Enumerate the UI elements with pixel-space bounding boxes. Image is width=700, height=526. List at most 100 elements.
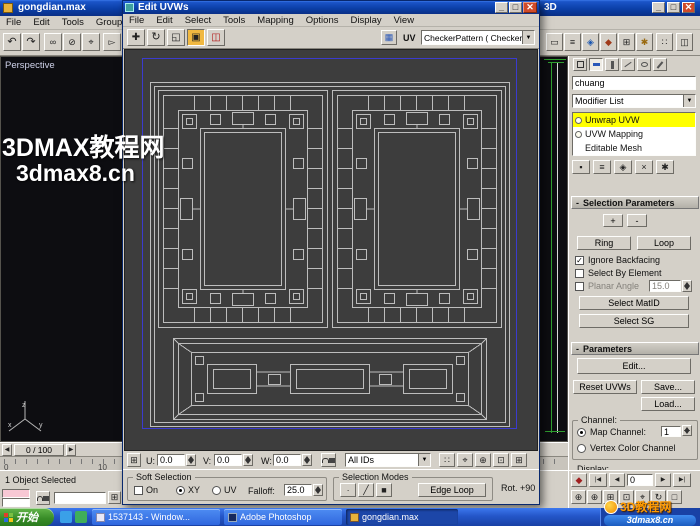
falloff-spinner[interactable] <box>313 484 323 496</box>
soft-selection-on-row[interactable]: On <box>134 485 158 495</box>
bind-to-spacewarp-icon[interactable]: ⌖ <box>82 33 100 51</box>
soft-selection-on-checkbox[interactable] <box>134 485 143 495</box>
lock-icon[interactable] <box>321 453 336 467</box>
ring-button[interactable]: Ring <box>577 236 631 250</box>
falloff-field[interactable]: 25.0 <box>284 484 312 496</box>
quick-render-icon[interactable]: ✱ <box>636 33 653 51</box>
uv-menu-edit[interactable]: Edit <box>150 15 178 26</box>
rollout-parameters[interactable]: - Parameters <box>571 342 699 355</box>
rollout-selection-parameters[interactable]: - Selection Parameters <box>571 196 699 209</box>
pan-icon[interactable]: ⌖ <box>457 453 473 467</box>
tab-motion-icon[interactable] <box>621 58 635 71</box>
main-menu-tools[interactable]: Tools <box>56 17 90 28</box>
taskbar-item-gongdian[interactable]: gongdian.max <box>346 509 458 525</box>
stack-row-unwrap-uvw[interactable]: Unwrap UVW <box>573 113 695 127</box>
snap-toggle-icon[interactable]: ∷ <box>656 33 673 51</box>
tab-hierarchy-icon[interactable] <box>605 58 619 71</box>
dialog-maximize-button[interactable]: □ <box>509 2 522 13</box>
configure-modifier-sets-icon[interactable]: ✱ <box>656 160 674 174</box>
uv-menu-options[interactable]: Options <box>300 15 345 26</box>
map-channel-field[interactable]: 1 <box>661 426 681 437</box>
grow-selection-button[interactable]: + <box>603 214 623 227</box>
tab-utilities-icon[interactable] <box>653 58 667 71</box>
w-field[interactable]: 0.0 <box>273 454 301 466</box>
pin-stack-icon[interactable]: ▪ <box>572 160 590 174</box>
select-by-name-icon[interactable]: ≡ <box>564 33 581 51</box>
uv-canvas[interactable] <box>124 49 538 451</box>
select-by-element-checkbox[interactable] <box>575 268 584 278</box>
dialog-close-button[interactable]: ✕ <box>523 2 537 13</box>
ignore-backfacing-row[interactable]: ✓ Ignore Backfacing <box>575 255 660 265</box>
rotate-tool-icon[interactable]: ↻ <box>147 29 165 46</box>
v-field[interactable]: 0.0 <box>214 454 242 466</box>
map-channel-radio[interactable] <box>577 427 586 437</box>
shrink-selection-button[interactable]: - <box>627 214 647 227</box>
scale-tool-icon[interactable]: ◱ <box>167 29 185 46</box>
object-name-field[interactable]: chuang <box>572 76 696 90</box>
zoom-icon[interactable]: ⊕ <box>475 453 491 467</box>
texture-dropdown[interactable]: CheckerPattern ( Checker ) ▼ <box>421 30 535 45</box>
uv-menu-file[interactable]: File <box>123 15 150 26</box>
uv-menu-view[interactable]: View <box>388 15 420 26</box>
zoom-all-icon[interactable]: ⊕ <box>587 490 602 504</box>
select-region-icon[interactable]: ▭ <box>546 33 563 51</box>
absolute-mode-icon[interactable]: ⊞ <box>127 453 141 467</box>
planar-angle-checkbox[interactable] <box>575 281 584 291</box>
quick-launch-icon[interactable] <box>75 511 87 523</box>
tab-create-icon[interactable] <box>573 58 587 71</box>
snap-icon[interactable]: ∷ <box>439 453 455 467</box>
save-uvws-button[interactable]: Save... <box>641 380 695 394</box>
set-key-icon[interactable]: ◆ <box>571 473 587 487</box>
select-matid-button[interactable]: Select MatID <box>579 296 689 310</box>
maxscript-mini-listener[interactable] <box>2 489 30 498</box>
play-icon[interactable]: ▶ <box>655 473 671 487</box>
material-editor-icon[interactable]: ◈ <box>582 33 599 51</box>
show-end-result-icon[interactable]: ≡ <box>593 160 611 174</box>
load-uvws-button[interactable]: Load... <box>641 397 695 411</box>
v-spinner[interactable] <box>243 454 253 466</box>
mirror-tool-icon[interactable]: ◫ <box>207 29 225 46</box>
freeform-tool-icon[interactable]: ▣ <box>187 29 205 46</box>
coordinate-field[interactable] <box>54 492 106 504</box>
select-by-element-row[interactable]: Select By Element <box>575 268 662 278</box>
render-type-icon[interactable]: ⊞ <box>618 33 635 51</box>
viewport-label[interactable]: Perspective <box>5 60 55 71</box>
map-channel-row[interactable]: Map Channel: <box>577 427 646 437</box>
u-spinner[interactable] <box>186 454 196 466</box>
time-slider-left-icon[interactable]: ◀ <box>2 444 12 456</box>
map-channel-spinner[interactable] <box>682 425 692 436</box>
uv-menu-select[interactable]: Select <box>179 15 217 26</box>
main-minimize-button[interactable]: _ <box>652 2 665 13</box>
lightbulb-icon[interactable] <box>575 116 582 124</box>
main-menu-file[interactable]: File <box>0 17 27 28</box>
start-button[interactable]: 开始 <box>0 508 54 526</box>
edge-mode-icon[interactable]: ╱ <box>358 483 374 497</box>
uv-menu-display[interactable]: Display <box>344 15 387 26</box>
select-sg-button[interactable]: Select SG <box>579 314 689 328</box>
goto-end-icon[interactable]: ▶| <box>673 473 691 487</box>
maxscript-mini-listener-input[interactable] <box>2 498 30 507</box>
dialog-minimize-button[interactable]: _ <box>495 2 508 13</box>
lightbulb-icon[interactable] <box>575 130 582 138</box>
falloff-space-xy-row[interactable]: XY <box>176 485 200 495</box>
link-icon[interactable]: ∞ <box>44 33 62 51</box>
edit-uvws-button[interactable]: Edit... <box>577 358 691 374</box>
show-map-icon[interactable]: ▦ <box>381 30 397 45</box>
planar-angle-spinner[interactable] <box>682 280 692 292</box>
make-unique-icon[interactable]: ◈ <box>614 160 632 174</box>
time-slider[interactable]: 0 / 100 <box>14 444 64 456</box>
render-scene-icon[interactable]: ◆ <box>600 33 617 51</box>
reset-uvws-button[interactable]: Reset UVWs <box>573 380 637 394</box>
vertex-color-radio[interactable] <box>577 443 586 453</box>
material-id-dropdown[interactable]: All IDs ▼ <box>345 453 431 467</box>
redo-icon[interactable]: ↷ <box>22 33 40 51</box>
tab-display-icon[interactable] <box>637 58 651 71</box>
uv-space-label[interactable]: UV <box>403 33 416 43</box>
vertex-mode-icon[interactable]: ∙ <box>340 483 356 497</box>
zoom-extents-icon[interactable]: ⊞ <box>511 453 527 467</box>
undo-icon[interactable]: ↶ <box>3 33 21 51</box>
goto-start-icon[interactable]: |◀ <box>589 473 607 487</box>
move-tool-icon[interactable]: ✚ <box>127 29 145 46</box>
quick-launch-icon[interactable] <box>60 511 72 523</box>
dialog-titlebar[interactable]: Edit UVWs _ □ ✕ <box>123 1 539 14</box>
